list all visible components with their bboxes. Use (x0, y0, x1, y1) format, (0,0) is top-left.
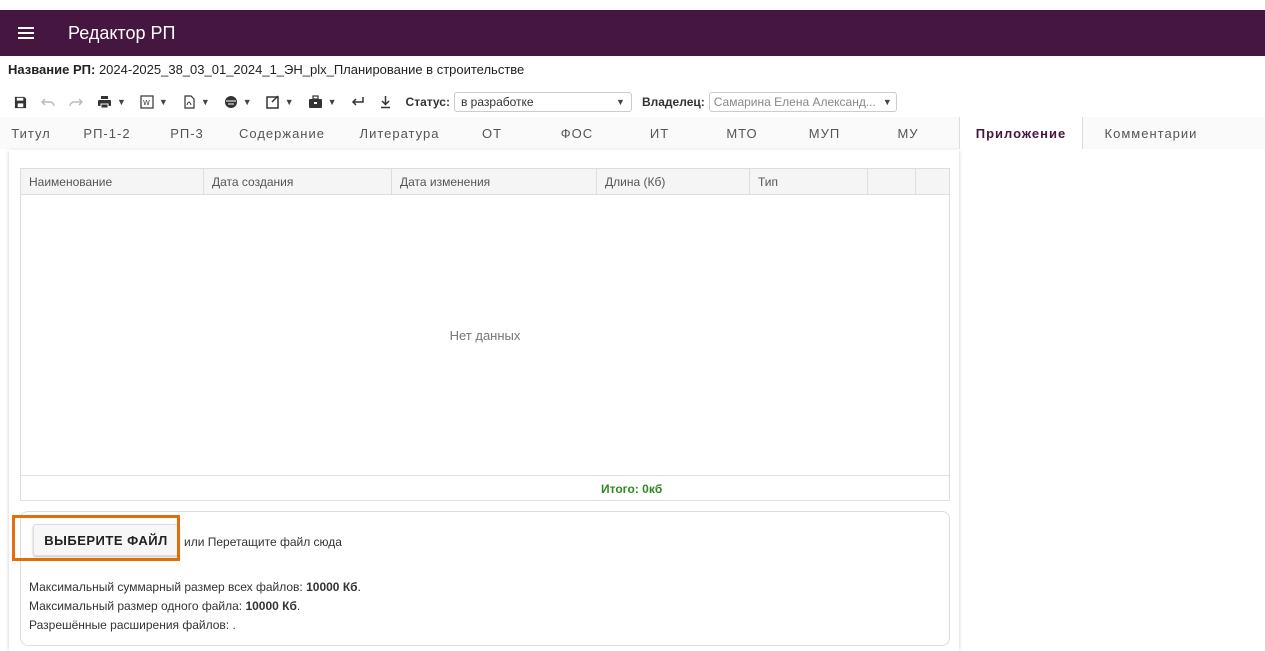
tab-bar: Титул РП-1-2 РП-3 Содержание Литература … (0, 117, 1265, 149)
status-label: Статус: (405, 95, 450, 109)
max-total-label: Максимальный суммарный размер всех файло… (29, 580, 303, 594)
chevron-down-icon: ▼ (242, 97, 252, 107)
table-header: Наименование Дата создания Дата изменени… (21, 169, 949, 195)
rp-name: Название РП: 2024-2025_38_03_01_2024_1_Э… (8, 62, 524, 77)
return-button[interactable] (351, 96, 365, 108)
redo-button[interactable] (69, 96, 83, 108)
chevron-down-icon: ▼ (327, 97, 337, 107)
undo-button[interactable] (41, 96, 55, 108)
download-icon (380, 96, 390, 109)
owner-select[interactable]: Самарина Елена Александ... ▼ (708, 92, 897, 112)
status-value: в разработке (460, 95, 534, 109)
chevron-down-icon: ▼ (117, 97, 126, 107)
svg-text:W: W (143, 99, 150, 107)
highlight-box (12, 515, 180, 561)
tab-rp-1-2[interactable]: РП-1-2 (62, 117, 152, 149)
owner-label: Владелец: (641, 95, 705, 109)
checkbox-button[interactable]: ▼ (265, 95, 294, 109)
column-extra (868, 169, 916, 194)
chevron-down-icon: ▼ (158, 97, 168, 107)
tab-rp-3[interactable]: РП-3 (152, 117, 222, 149)
tab-titul[interactable]: Титул (0, 117, 62, 149)
tab-it[interactable]: ИТ (627, 117, 692, 149)
column-name[interactable]: Наименование (21, 169, 204, 194)
undo-icon (41, 98, 55, 107)
briefcase-icon (308, 95, 322, 108)
tab-fos[interactable]: ФОС (527, 117, 627, 149)
files-table: Наименование Дата создания Дата изменени… (20, 168, 950, 501)
globe-button[interactable]: ▼ (224, 95, 252, 109)
total-size: Итого: 0кб (601, 482, 663, 496)
print-icon (98, 96, 111, 109)
empty-message: Нет данных (449, 328, 521, 343)
column-extra (916, 169, 949, 194)
drop-hint: или Перетащите файл сюда (184, 535, 342, 549)
tab-literature[interactable]: Литература (342, 117, 457, 149)
tab-content[interactable]: Содержание (222, 117, 342, 149)
save-icon (14, 96, 27, 108)
save-button[interactable] (14, 96, 27, 109)
tab-ot[interactable]: ОТ (457, 117, 527, 149)
status-select[interactable]: в разработке ▼ (453, 92, 632, 112)
tab-comments[interactable]: Комментарии (1083, 117, 1219, 149)
return-icon (351, 97, 364, 106)
rp-name-label: Название РП: (8, 62, 96, 77)
owner-value: Самарина Елена Александ... (713, 95, 876, 109)
tab-mup[interactable]: МУП (792, 117, 857, 149)
chevron-down-icon: ▼ (284, 97, 294, 107)
chevron-down-icon: ▼ (200, 97, 210, 107)
max-file-value: 10000 Кб (245, 599, 297, 613)
globe-icon (224, 96, 237, 108)
toolbar: ▼ W ▼ ▼ ▼ ▼ ▼ Статус: в разработке ▼ Вла… (14, 91, 897, 113)
rp-name-value: 2024-2025_38_03_01_2024_1_ЭН_plx_Планиро… (98, 62, 525, 77)
tab-mto[interactable]: МТО (692, 117, 792, 149)
word-export-button[interactable]: W ▼ (140, 95, 168, 109)
tab-mu[interactable]: МУ (857, 117, 959, 149)
pdf-export-icon (184, 95, 195, 109)
extensions-info: Разрешённые расширения файлов: . (29, 618, 236, 632)
tab-prilozhenie[interactable]: Приложение (959, 117, 1083, 149)
column-modified[interactable]: Дата изменения (392, 169, 597, 194)
column-created[interactable]: Дата создания (204, 169, 392, 194)
checkbox-icon (265, 95, 279, 109)
max-total-size-info: Максимальный суммарный размер всех файло… (29, 580, 361, 594)
briefcase-button[interactable]: ▼ (308, 95, 337, 109)
app-title: Редактор РП (68, 22, 176, 43)
column-type[interactable]: Тип (750, 169, 868, 194)
chevron-down-icon: ▼ (616, 97, 625, 107)
menu-icon[interactable] (18, 27, 34, 39)
max-total-value: 10000 Кб (306, 580, 358, 594)
word-export-icon: W (140, 95, 154, 109)
max-file-label: Максимальный размер одного файла: (29, 599, 243, 613)
download-button[interactable] (379, 95, 392, 109)
print-button[interactable]: ▼ (97, 95, 126, 109)
max-file-size-info: Максимальный размер одного файла: 10000 … (29, 599, 301, 613)
pdf-export-button[interactable]: ▼ (182, 95, 210, 109)
redo-icon (69, 98, 83, 107)
chevron-down-icon: ▼ (882, 97, 892, 107)
app-bar: Редактор РП (0, 10, 1265, 56)
table-footer: Итого: 0кб (21, 475, 949, 500)
column-size[interactable]: Длина (Кб) (597, 169, 750, 194)
